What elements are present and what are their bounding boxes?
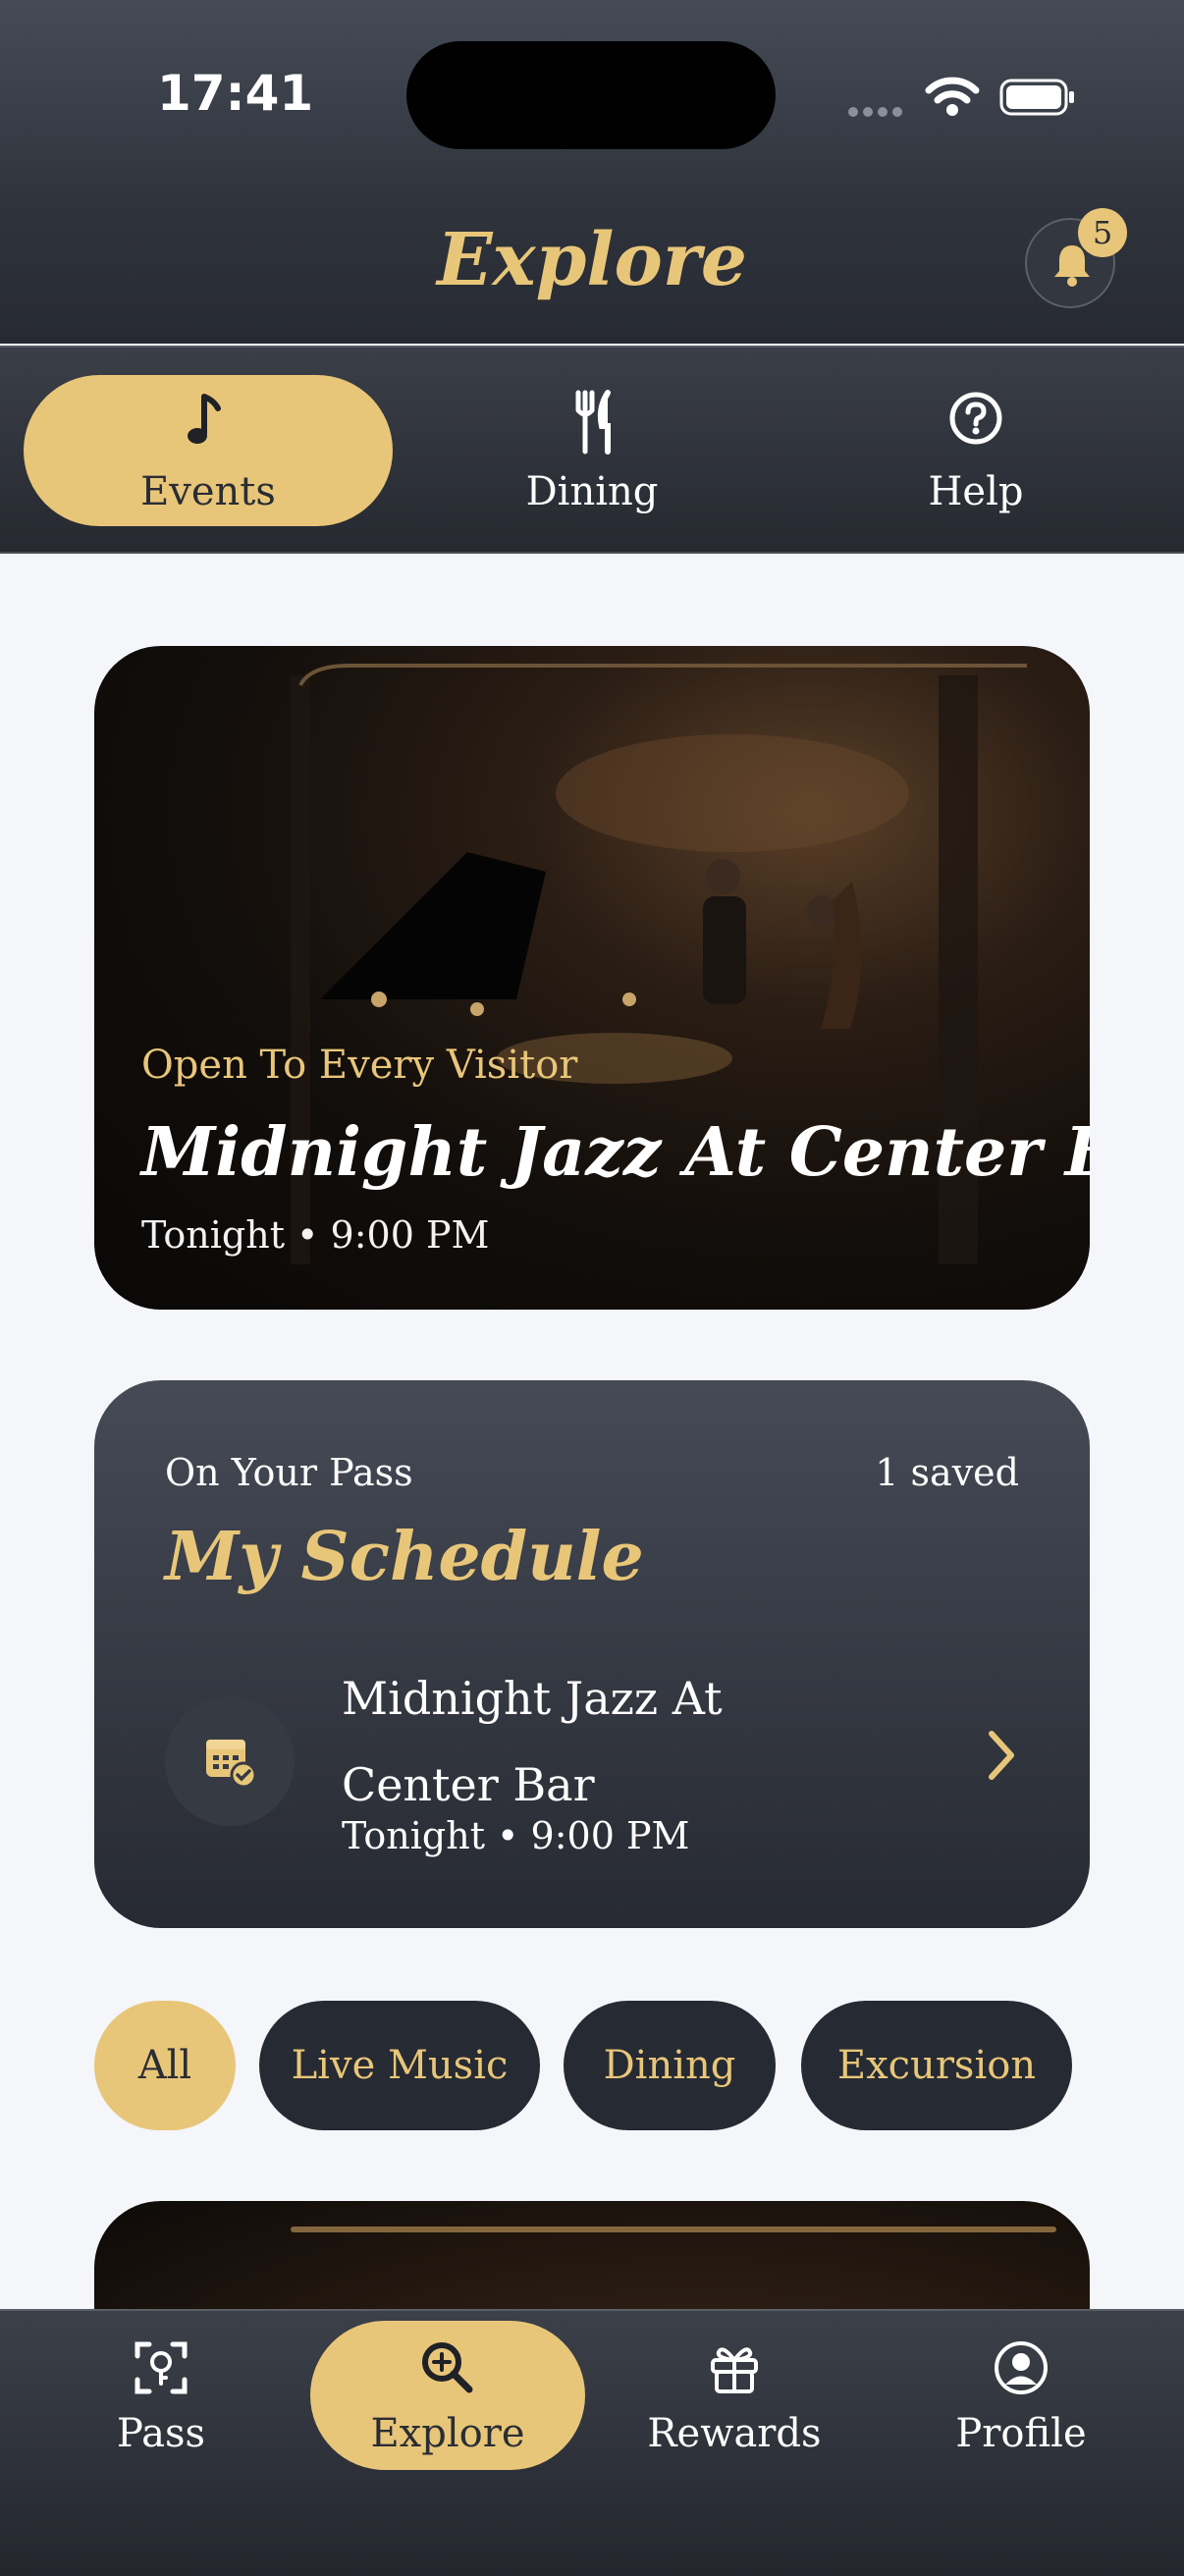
nav-label: Rewards — [647, 2411, 822, 2456]
filter-chip-excursion[interactable]: Excursion — [801, 2001, 1072, 2130]
category-tabs: Events Dining Help — [0, 346, 1184, 554]
hero-subtitle: Open To Every Visitor — [141, 1043, 578, 1088]
nav-label: Profile — [955, 2411, 1087, 2456]
nav-rewards[interactable]: Rewards — [597, 2321, 872, 2470]
wifi-icon — [925, 77, 980, 116]
event-card-photo — [291, 2227, 1056, 2232]
gift-icon — [711, 2347, 758, 2393]
nav-label: Pass — [116, 2411, 206, 2456]
bottom-navigation: Pass Explore Rewards Profile — [0, 2309, 1184, 2576]
hero-title: Midnight Jazz At Center Bar — [141, 1113, 1090, 1192]
nav-profile[interactable]: Profile — [884, 2321, 1158, 2470]
my-schedule-card: On Your Pass 1 saved My Schedule Midnigh… — [94, 1380, 1090, 1928]
pass-icon — [135, 2341, 188, 2394]
tab-label: Events — [140, 469, 276, 514]
nav-pass[interactable]: Pass — [24, 2321, 298, 2470]
tab-label: Help — [928, 469, 1024, 514]
tab-events[interactable]: Events — [24, 375, 393, 526]
cellular-signal-icon — [848, 102, 907, 121]
calendar-check-icon — [206, 1740, 257, 1789]
schedule-item-icon-wrap — [165, 1696, 295, 1826]
filter-chip-live-music[interactable]: Live Music — [259, 2001, 540, 2130]
question-circle-icon — [949, 392, 1002, 445]
tab-label: Dining — [525, 469, 659, 514]
schedule-item-name[interactable]: Midnight Jazz At Center Bar — [342, 1655, 891, 1828]
profile-icon — [995, 2341, 1048, 2394]
status-time: 17:41 — [157, 65, 314, 122]
fork-knife-icon — [575, 390, 611, 455]
schedule-saved-count: 1 saved — [875, 1451, 1019, 1494]
tab-help[interactable]: Help — [791, 375, 1160, 526]
filter-chip-dining[interactable]: Dining — [564, 2001, 776, 2130]
nav-label: Explore — [370, 2411, 525, 2456]
search-icon — [422, 2342, 473, 2393]
schedule-overline: On Your Pass — [165, 1451, 413, 1494]
notification-badge: 5 — [1078, 208, 1127, 257]
chevron-right-icon[interactable] — [982, 1728, 1021, 1783]
page-title: Explore — [437, 218, 747, 302]
schedule-title: My Schedule — [165, 1518, 644, 1596]
filter-chip-all[interactable]: All — [94, 2001, 236, 2130]
battery-icon — [999, 79, 1074, 116]
schedule-item-time: Tonight • 9:00 PM — [342, 1814, 690, 1857]
music-note-icon — [188, 394, 221, 444]
hero-time: Tonight • 9:00 PM — [141, 1213, 490, 1257]
jazz-club-photo — [291, 664, 1027, 1264]
header: 17:41 Explore 5 — [0, 0, 1184, 344]
tab-dining[interactable]: Dining — [407, 375, 777, 526]
nav-explore[interactable]: Explore — [310, 2321, 585, 2470]
featured-event-card[interactable]: Open To Every Visitor Midnight Jazz At C… — [94, 646, 1090, 1310]
dynamic-island — [406, 41, 776, 149]
